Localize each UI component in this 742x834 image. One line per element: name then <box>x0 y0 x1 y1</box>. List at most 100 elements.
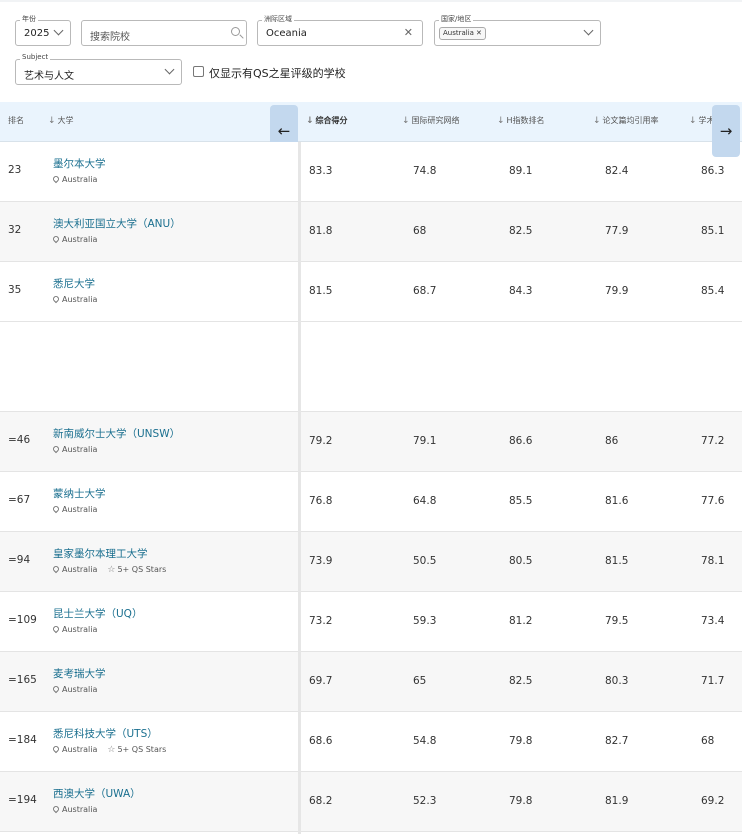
table-row[interactable]: =67 蒙纳士大学 Australia 76.8 64.8 85.5 81.6 77.6 <box>0 472 742 532</box>
overall-score-cell: 81.8 <box>309 225 333 237</box>
h-index-cell: 84.3 <box>509 285 533 297</box>
university-link[interactable]: 皇家墨尔本理工大学 <box>53 546 148 561</box>
search-field[interactable]: 搜索院校 <box>81 20 247 46</box>
location-pin-icon <box>51 744 61 754</box>
citations-cell: 77.9 <box>605 225 629 237</box>
table-row[interactable]: =46 新南威尔士大学（UNSW） Australia 79.2 79.1 86.6 86 7… <box>0 412 742 472</box>
intl-network-cell: 52.3 <box>413 795 437 807</box>
region-select[interactable]: 洲际区域 Oceania ✕ <box>257 14 423 46</box>
university-link[interactable]: 西澳大学（UWA） <box>53 786 141 801</box>
col-header-academic[interactable]: ↓ 学术 <box>689 115 715 126</box>
country-chip-label: Australia <box>443 29 474 37</box>
country-chip[interactable]: Australia ✕ <box>439 27 486 40</box>
location: Australia <box>51 504 97 514</box>
row-frozen-cells: =109 昆士兰大学（UQ） Australia <box>0 592 298 651</box>
table-row[interactable]: 23 墨尔本大学 Australia 83.3 74.8 89.1 82.4 86.3 <box>0 142 742 202</box>
university-link[interactable]: 墨尔本大学 <box>53 156 106 171</box>
col-header-citations[interactable]: ↓ 论文篇均引用率 <box>593 115 659 126</box>
university-link[interactable]: 悉尼科技大学（UTS） <box>53 726 158 741</box>
table-row[interactable]: 35 悉尼大学 Australia 81.5 68.7 84.3 79.9 85.4 <box>0 262 742 322</box>
search-icon[interactable] <box>231 27 240 36</box>
col-header-h-index[interactable]: ↓ H指数排名 <box>497 115 545 126</box>
rank-cell: =109 <box>8 614 37 626</box>
row-frozen-cells: =165 麦考瑞大学 Australia <box>0 652 298 711</box>
row-frozen-cells: =94 皇家墨尔本理工大学 Australia ☆ 5+ QS Stars <box>0 532 298 591</box>
table-row[interactable]: =165 麦考瑞大学 Australia 69.7 65 82.5 80.3 71.7 <box>0 652 742 712</box>
region-label: 洲际区域 <box>262 14 294 24</box>
university-link[interactable]: 澳大利亚国立大学（ANU） <box>53 216 181 231</box>
col-header-intl-label: 国际研究网络 <box>411 116 460 125</box>
year-label: 年份 <box>20 14 38 24</box>
qs-stars-checkbox-label[interactable]: 仅显示有QS之星评级的学校 <box>209 65 346 81</box>
chevron-down-icon <box>53 25 64 36</box>
intl-network-cell: 68.7 <box>413 285 437 297</box>
clear-icon[interactable]: ✕ <box>404 26 413 40</box>
h-index-cell: 82.5 <box>509 225 533 237</box>
university-link[interactable]: 麦考瑞大学 <box>53 666 106 681</box>
intl-network-cell: 54.8 <box>413 735 437 747</box>
sort-arrow-icon: ↓ <box>402 116 410 126</box>
col-header-rank[interactable]: 排名 <box>8 115 24 126</box>
university-link[interactable]: 昆士兰大学（UQ） <box>53 606 142 621</box>
chip-remove-icon[interactable]: ✕ <box>476 29 482 37</box>
subject-select[interactable]: Subject 艺术与人文 <box>15 53 182 85</box>
table-row[interactable]: 32 澳大利亚国立大学（ANU） Australia 81.8 68 82.5 77.9 85… <box>0 202 742 262</box>
empty-row-frozen <box>0 324 298 411</box>
col-header-university[interactable]: ↓ 大学 <box>48 115 74 126</box>
rank-cell: =94 <box>8 554 31 566</box>
citations-cell: 81.9 <box>605 795 629 807</box>
citations-cell: 79.5 <box>605 615 629 627</box>
intl-network-cell: 68 <box>413 225 427 237</box>
h-index-cell: 81.2 <box>509 615 533 627</box>
overall-score-cell: 68.2 <box>309 795 333 807</box>
rank-cell: =194 <box>8 794 37 806</box>
location: Australia <box>51 234 98 244</box>
sort-arrow-icon: ↓ <box>48 116 56 126</box>
col-header-citations-label: 论文篇均引用率 <box>602 116 659 125</box>
location-label: Australia <box>62 745 98 754</box>
overall-score-cell: 68.6 <box>309 735 333 747</box>
country-select[interactable]: 国家/地区 Australia ✕ <box>434 14 601 46</box>
academic-cell: 86.3 <box>701 165 725 177</box>
h-index-cell: 80.5 <box>509 555 533 567</box>
citations-cell: 81.5 <box>605 555 629 567</box>
row-frozen-cells: 35 悉尼大学 Australia <box>0 262 298 321</box>
h-index-cell: 85.5 <box>509 495 533 507</box>
table-row[interactable]: =109 昆士兰大学（UQ） Australia 73.2 59.3 81.2 79.5 73… <box>0 592 742 652</box>
university-link[interactable]: 蒙纳士大学 <box>53 486 106 501</box>
search-input[interactable]: 搜索院校 <box>90 28 130 43</box>
frozen-column-divider <box>298 142 301 834</box>
table-row[interactable]: =94 皇家墨尔本理工大学 Australia ☆ 5+ QS Stars 73.9 50.… <box>0 532 742 592</box>
table-row[interactable]: =194 西澳大学（UWA） Australia 68.2 52.3 79.8 81.9 69… <box>0 772 742 832</box>
row-frozen-cells: =46 新南威尔士大学（UNSW） Australia <box>0 412 298 471</box>
university-link[interactable]: 悉尼大学 <box>53 276 95 291</box>
university-link[interactable]: 新南威尔士大学（UNSW） <box>53 426 180 441</box>
academic-cell: 73.4 <box>701 615 725 627</box>
row-frozen-cells: =184 悉尼科技大学（UTS） Australia ☆ 5+ QS Stars <box>0 712 298 771</box>
location-pin-icon <box>51 804 61 814</box>
academic-cell: 77.6 <box>701 495 725 507</box>
rank-cell: 23 <box>8 164 22 176</box>
citations-cell: 81.6 <box>605 495 629 507</box>
h-index-cell: 89.1 <box>509 165 533 177</box>
location: Australia <box>51 684 97 694</box>
location-pin-icon <box>51 294 61 304</box>
year-select[interactable]: 年份 2025 <box>15 14 71 46</box>
qs-stars-checkbox[interactable] <box>193 66 204 77</box>
chevron-down-icon <box>164 64 175 75</box>
table-empty-row <box>0 324 742 412</box>
sort-arrow-icon: ↓ <box>497 116 505 126</box>
col-header-intl-network[interactable]: ↓ 国际研究网络 <box>402 115 460 126</box>
location: Australia <box>51 624 97 634</box>
row-frozen-cells: =194 西澳大学（UWA） Australia <box>0 772 298 831</box>
academic-cell: 71.7 <box>701 675 725 687</box>
col-header-h-label: H指数排名 <box>506 116 545 125</box>
subject-label: Subject <box>20 53 51 61</box>
academic-cell: 69.2 <box>701 795 725 807</box>
location-label: Australia <box>62 235 98 244</box>
col-header-overall[interactable]: ↓ 综合得分 <box>306 115 348 126</box>
location: Australia ☆ 5+ QS Stars <box>51 744 166 755</box>
sort-arrow-icon: ↓ <box>593 116 601 126</box>
row-frozen-cells: 23 墨尔本大学 Australia <box>0 142 298 201</box>
table-row[interactable]: =184 悉尼科技大学（UTS） Australia ☆ 5+ QS Stars 68.6… <box>0 712 742 772</box>
